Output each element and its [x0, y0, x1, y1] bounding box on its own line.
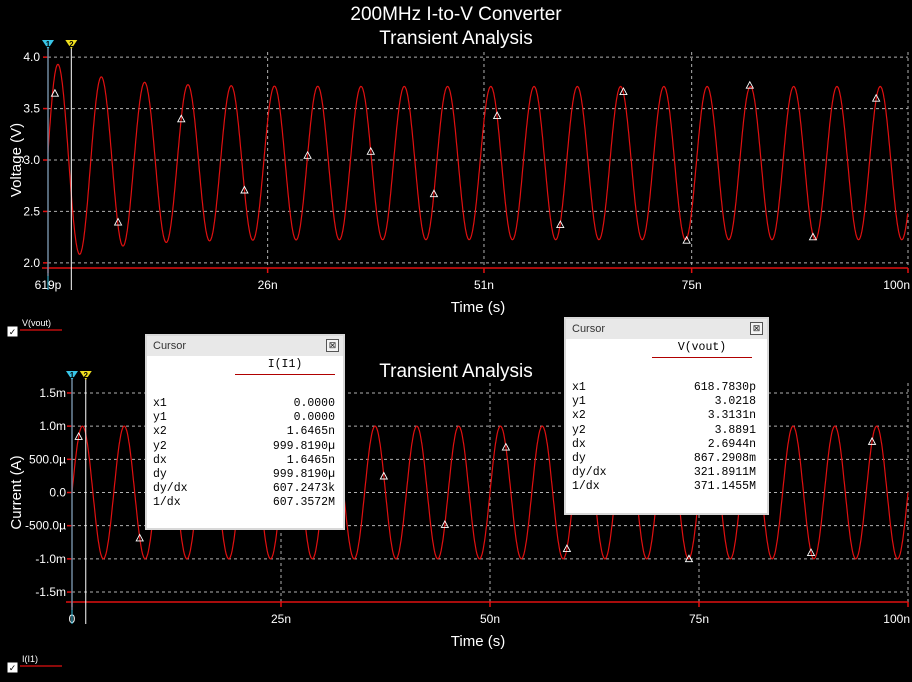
cursor-row-y1: y1 0.0000 — [153, 411, 335, 425]
cursor-1-label: 1 — [46, 40, 51, 49]
y-axis-label: Current (A) — [8, 455, 25, 529]
cursor-row-label: dy — [153, 468, 167, 482]
cursor-signal-name: I(I1) — [267, 358, 303, 371]
x-axis-label: Time (s) — [451, 633, 505, 650]
x-tick-label: 51n — [474, 278, 494, 292]
y-tick-label: 500.0µ — [29, 452, 66, 466]
cursor-row-value: 0.0000 — [293, 397, 335, 410]
cursor-window-title: Cursor — [572, 323, 606, 335]
x-tick-label: 75n — [689, 612, 709, 626]
cursor-signal-name: V(vout) — [677, 341, 727, 354]
cursor-row-value: 618.7830p — [693, 381, 756, 394]
cursor-2-label: 2 — [84, 371, 89, 380]
x-tick-label: 50n — [480, 612, 500, 626]
x-axis-label: Time (s) — [451, 299, 505, 316]
check-icon: ✓ — [9, 327, 17, 337]
x-tick-label: 25n — [271, 612, 291, 626]
cursor-row-x2: x2 3.3131n — [572, 409, 756, 423]
y-tick-label: 0.0 — [49, 486, 66, 500]
y-tick-label: 2.5 — [23, 204, 40, 218]
cursor-window-current[interactable]: Cursor ⊠ I(I1) x1 0.0000 y1 0.0000 x2 1.6465n… — [145, 334, 345, 530]
chart-title: 200MHz I-to-V Converter — [350, 4, 562, 25]
y-tick-label: 3.5 — [23, 102, 40, 116]
cursor-row-dy-dx: dy/dx 607.2473k — [153, 482, 335, 496]
y-tick-label: -1.5m — [35, 585, 66, 599]
chart-subtitle: Transient Analysis — [379, 361, 532, 382]
cursor-row-label: y2 — [153, 439, 167, 453]
y-tick-label: 4.0 — [23, 50, 40, 64]
cursor-row-label: y2 — [572, 423, 586, 437]
cursor-row-dy: dy 867.2908m — [572, 452, 756, 466]
cursor-row-value: 999.8190µ — [272, 439, 335, 453]
cursor-signal-underline — [235, 374, 335, 375]
cursor-row-value: 867.2908m — [693, 452, 756, 466]
cursor-signal-underline — [652, 357, 752, 358]
cursor-row-x1: x1 618.7830p — [572, 381, 756, 395]
cursor-row-label: x1 — [153, 397, 167, 410]
cursor-row-label: 1/dx — [153, 496, 181, 510]
cursor-window-title: Cursor — [153, 340, 187, 352]
cursor-row-dy-dx: dy/dx 321.8911M — [572, 466, 756, 480]
cursor-row-y2: y2 999.8190µ — [153, 440, 335, 454]
cursor-row-value: 2.6944n — [707, 437, 756, 451]
cursor-row-value: 3.0218 — [714, 395, 756, 409]
close-icon[interactable]: ⊠ — [750, 322, 763, 335]
plot-area: 200MHz I-to-V Converter Transient Analysi… — [7, 4, 910, 673]
close-icon[interactable]: ⊠ — [326, 339, 339, 352]
trace-vvout — [47, 63, 909, 255]
cursor-window-titlebar[interactable]: Cursor ⊠ — [566, 319, 767, 339]
cursor-row-value: 371.1455M — [693, 480, 756, 494]
cursor-row-label: dx — [153, 453, 167, 467]
cursor-row-label: x1 — [572, 381, 586, 394]
cursor-row-label: x2 — [153, 425, 167, 439]
cursor-readout-table: x1 0.0000 y1 0.0000 x2 1.6465n y2 999.8190µ dx 1.… — [153, 397, 335, 511]
cursor-row-value: 321.8911M — [693, 466, 756, 480]
cursor-row-value: 999.8190µ — [272, 468, 335, 482]
cursor-row-dx: dx 1.6465n — [153, 454, 335, 468]
cursor-row-x1: x1 0.0000 — [153, 397, 335, 411]
cursor-row-value: 3.3131n — [707, 409, 756, 423]
cursor-window-titlebar[interactable]: Cursor ⊠ — [147, 336, 343, 356]
legend-label: I(I1) — [22, 654, 38, 664]
y-tick-label: -500.0µ — [25, 519, 66, 533]
cursor-readout-table: x1 618.7830p y1 3.0218 x2 3.3131n y2 3.8891 dx 2.… — [572, 381, 756, 495]
cursor-row-label: dy/dx — [572, 466, 607, 480]
cursor-row-value: 1.6465n — [286, 453, 335, 467]
cursor-row-dx: dx 2.6944n — [572, 438, 756, 452]
check-icon: ✓ — [9, 663, 17, 673]
y-tick-label: 2.0 — [23, 256, 40, 270]
x-tick-label: 100n — [883, 612, 910, 626]
y-tick-label: 1.5m — [39, 386, 66, 400]
cursor-row-1-dx: 1/dx 607.3572M — [153, 496, 335, 510]
x-tick-label: 26n — [258, 278, 278, 292]
cursor-2-label: 2 — [69, 40, 74, 49]
x-tick-label: 75n — [682, 278, 702, 292]
chart-subtitle: Transient Analysis — [379, 28, 532, 49]
cursor-row-y1: y1 3.0218 — [572, 395, 756, 409]
cursor-row-dy: dy 999.8190µ — [153, 468, 335, 482]
cursor-row-x2: x2 1.6465n — [153, 425, 335, 439]
cursor-row-1-dx: 1/dx 371.1455M — [572, 480, 756, 494]
cursor-row-label: y1 — [153, 411, 167, 425]
cursor-row-value: 3.8891 — [714, 423, 756, 437]
cursor-row-label: dx — [572, 437, 586, 451]
cursor-row-label: x2 — [572, 409, 586, 423]
cursor-row-value: 1.6465n — [286, 425, 335, 439]
y-tick-label: 3.0 — [23, 153, 40, 167]
cursor-row-label: y1 — [572, 395, 586, 409]
cursor-row-value: 607.3572M — [272, 496, 335, 510]
y-tick-label: 1.0m — [39, 419, 66, 433]
y-axis-label: Voltage (V) — [8, 123, 25, 197]
cursor-row-label: dy/dx — [153, 482, 188, 496]
cursor-1-label: 1 — [70, 371, 75, 380]
cursor-row-label: dy — [572, 452, 586, 466]
cursor-window-voltage[interactable]: Cursor ⊠ V(vout) x1 618.7830p y1 3.0218 x2 3.… — [564, 317, 769, 515]
cursor-row-y2: y2 3.8891 — [572, 424, 756, 438]
x-tick-label: 100n — [883, 278, 910, 292]
cursor-row-value: 0.0000 — [293, 411, 335, 425]
y-tick-label: -1.0m — [35, 552, 66, 566]
cursor-row-value: 607.2473k — [272, 482, 335, 496]
legend-label: V(vout) — [22, 318, 51, 328]
cursor-row-label: 1/dx — [572, 480, 600, 494]
